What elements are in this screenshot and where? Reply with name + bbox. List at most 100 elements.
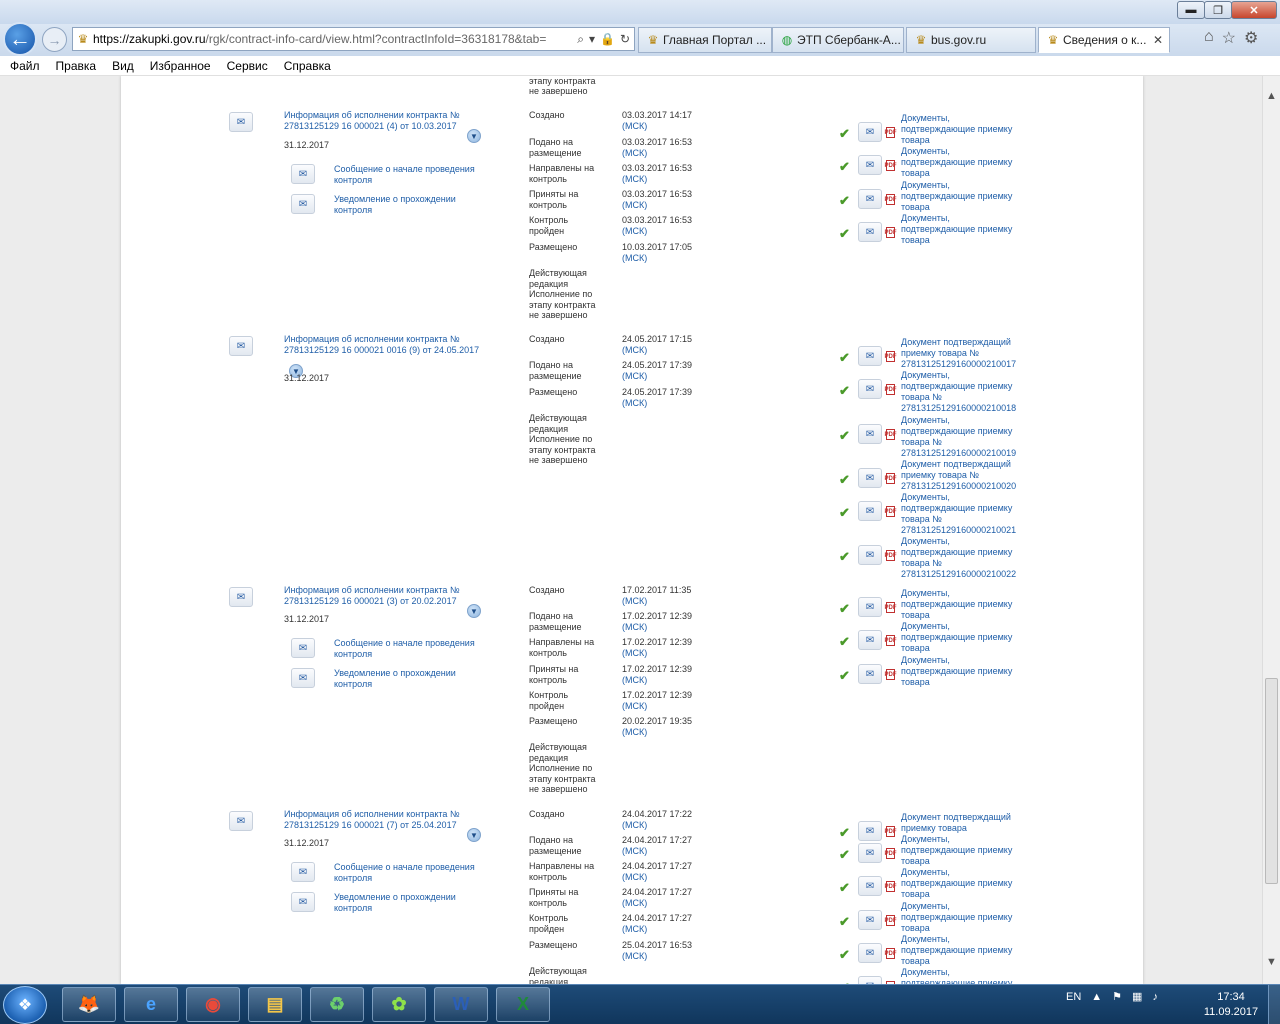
document-link[interactable]: Документы, подтверждающие приемку товара <box>901 213 1021 246</box>
signature-icon[interactable]: ✉ <box>858 821 882 841</box>
flag-icon[interactable]: ⚑ <box>1112 990 1122 1003</box>
timezone-link[interactable]: (МСК) <box>622 253 722 264</box>
expand-toggle[interactable]: ▼ <box>467 604 481 618</box>
signature-icon[interactable]: ✉ <box>858 943 882 963</box>
pdf-icon[interactable]: PDF <box>885 384 897 395</box>
icq-taskbar-icon[interactable]: ✿ <box>372 987 426 1022</box>
gear-icon[interactable]: ⚙ <box>1244 28 1258 48</box>
back-button[interactable]: ← <box>3 22 37 56</box>
timezone-link[interactable]: (МСК) <box>622 872 722 883</box>
timezone-link[interactable]: (МСК) <box>622 951 722 962</box>
signature-icon[interactable]: ✉ <box>858 843 882 863</box>
signature-icon[interactable]: ✉ <box>858 630 882 650</box>
pdf-icon[interactable]: PDF <box>885 635 897 646</box>
pdf-icon[interactable]: PDF <box>885 351 897 362</box>
signature-icon[interactable]: ✉ <box>858 501 882 521</box>
pdf-icon[interactable]: PDF <box>885 826 897 837</box>
document-link[interactable]: Документы, подтверждающие приемку товара… <box>901 415 1021 459</box>
document-link[interactable]: Документы, подтверждающие приемку товара… <box>901 536 1021 580</box>
volume-icon[interactable]: ♪ <box>1152 991 1158 1003</box>
pdf-icon[interactable]: PDF <box>885 669 897 680</box>
timezone-link[interactable]: (МСК) <box>622 174 722 185</box>
close-button[interactable]: ✕ <box>1231 1 1277 19</box>
timezone-link[interactable]: (МСК) <box>622 121 722 132</box>
menu-item[interactable]: Справка <box>284 59 331 73</box>
internet-explorer-taskbar-icon[interactable]: e <box>124 987 178 1022</box>
dropdown-icon[interactable]: ▾ <box>589 32 595 47</box>
show-desktop-button[interactable] <box>1268 985 1280 1024</box>
document-link[interactable]: Документы, подтверждающие приемку товара <box>901 113 1021 146</box>
pdf-icon[interactable]: PDF <box>885 429 897 440</box>
browser-tab[interactable]: ◍ ЭТП Сбербанк-А... <box>772 27 904 53</box>
close-tab-icon[interactable]: ✕ <box>1147 33 1169 47</box>
pdf-icon[interactable]: PDF <box>885 473 897 484</box>
signature-icon[interactable]: ✉ <box>858 910 882 930</box>
clock[interactable]: 17:34 11.09.2017 <box>1196 990 1266 1020</box>
signature-icon[interactable]: ✉ <box>858 346 882 366</box>
record-icon[interactable]: ✉ <box>229 587 253 607</box>
excel-taskbar-icon[interactable]: X <box>496 987 550 1022</box>
expand-toggle[interactable]: ▼ <box>467 828 481 842</box>
timezone-link[interactable]: (МСК) <box>622 200 722 211</box>
signature-icon[interactable]: ✉ <box>858 379 882 399</box>
signature-icon[interactable]: ✉ <box>858 545 882 565</box>
document-link[interactable]: Документы, подтверждающие приемку товара <box>901 901 1021 934</box>
control-link[interactable]: Уведомление о прохождении контроля <box>334 668 484 690</box>
favorites-star-icon[interactable]: ☆ <box>1222 28 1236 48</box>
expand-toggle[interactable]: ▼ <box>467 129 481 143</box>
timezone-link[interactable]: (МСК) <box>622 226 722 237</box>
recycle-taskbar-icon[interactable]: ♻ <box>310 987 364 1022</box>
record-icon[interactable]: ✉ <box>229 811 253 831</box>
document-icon[interactable]: ✉ <box>291 194 315 214</box>
pdf-icon[interactable]: PDF <box>885 602 897 613</box>
control-link[interactable]: Уведомление о прохождении контроля <box>334 892 484 914</box>
document-link[interactable]: Документ подтверждащий приемку товара № … <box>901 459 1021 492</box>
timezone-link[interactable]: (МСК) <box>622 701 722 712</box>
start-button[interactable]: ❖ <box>3 986 47 1024</box>
menu-item[interactable]: Правка <box>56 59 97 73</box>
record-title-link[interactable]: Информация об исполнении контракта № 278… <box>284 809 484 831</box>
scroll-down-icon[interactable]: ▼ <box>1266 956 1277 968</box>
chrome-taskbar-icon[interactable]: ◉ <box>186 987 240 1022</box>
record-icon[interactable]: ✉ <box>229 112 253 132</box>
timezone-link[interactable]: (МСК) <box>622 148 722 159</box>
lock-icon[interactable]: 🔒 <box>600 32 615 47</box>
pdf-icon[interactable]: PDF <box>885 160 897 171</box>
record-icon[interactable]: ✉ <box>229 336 253 356</box>
timezone-link[interactable]: (МСК) <box>622 622 722 633</box>
pdf-icon[interactable]: PDF <box>885 506 897 517</box>
browser-tab[interactable]: ♛ bus.gov.ru <box>906 27 1036 53</box>
timezone-link[interactable]: (МСК) <box>622 345 722 356</box>
document-icon[interactable]: ✉ <box>291 164 315 184</box>
record-title-link[interactable]: Информация об исполнении контракта № 278… <box>284 110 484 132</box>
signature-icon[interactable]: ✉ <box>858 122 882 142</box>
pdf-icon[interactable]: PDF <box>885 848 897 859</box>
pdf-icon[interactable]: PDF <box>885 915 897 926</box>
signature-icon[interactable]: ✉ <box>858 876 882 896</box>
document-link[interactable]: Документы, подтверждающие приемку товара <box>901 655 1021 688</box>
tray-expand-icon[interactable]: ▲ <box>1091 991 1102 1003</box>
timezone-link[interactable]: (МСК) <box>622 898 722 909</box>
word-taskbar-icon[interactable]: W <box>434 987 488 1022</box>
document-link[interactable]: Документы, подтверждающие приемку товара <box>901 146 1021 179</box>
record-title-link[interactable]: Информация об исполнении контракта № 278… <box>284 585 484 607</box>
document-link[interactable]: Документ подтверждащий приемку товара № … <box>901 337 1021 370</box>
pdf-icon[interactable]: PDF <box>885 194 897 205</box>
pdf-icon[interactable]: PDF <box>885 881 897 892</box>
signature-icon[interactable]: ✉ <box>858 189 882 209</box>
timezone-link[interactable]: (МСК) <box>622 371 722 382</box>
document-icon[interactable]: ✉ <box>291 892 315 912</box>
menu-item[interactable]: Сервис <box>227 59 268 73</box>
document-link[interactable]: Документы, подтверждающие приемку товара <box>901 180 1021 213</box>
timezone-link[interactable]: (МСК) <box>622 820 722 831</box>
menu-item[interactable]: Вид <box>112 59 134 73</box>
forward-button[interactable]: → <box>42 27 67 52</box>
document-icon[interactable]: ✉ <box>291 668 315 688</box>
scrollbar-thumb[interactable] <box>1265 678 1278 884</box>
timezone-link[interactable]: (МСК) <box>622 846 722 857</box>
scroll-up-icon[interactable]: ▲ <box>1266 90 1277 102</box>
control-link[interactable]: Сообщение о начале проведения контроля <box>334 638 484 660</box>
document-link[interactable]: Документы, подтверждающие приемку товара <box>901 867 1021 900</box>
browser-tab[interactable]: ♛ Главная Портал ... <box>638 27 772 53</box>
pdf-icon[interactable]: PDF <box>885 948 897 959</box>
